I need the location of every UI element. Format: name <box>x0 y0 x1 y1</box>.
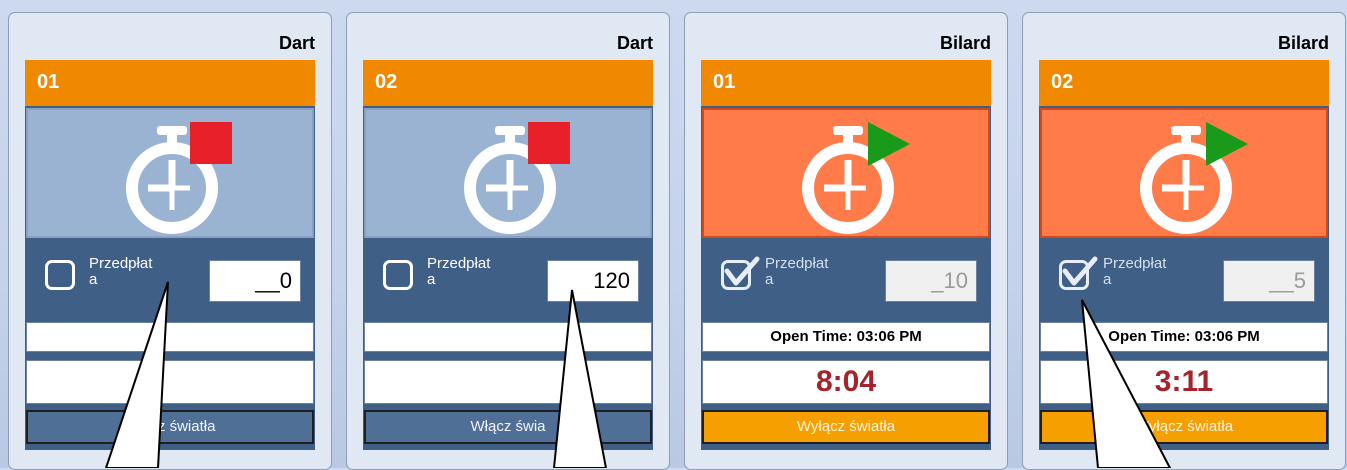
prepaid-label: Przedpłat a <box>89 255 153 288</box>
table-card: 01 Przedpłat a _10 Open Time: 03:06 PM 8… <box>701 60 991 450</box>
game-type-label: Bilard <box>1277 33 1329 53</box>
table-card: 02 Przedpłat a __5 Open Time: 03:06 PM 3… <box>1039 60 1329 450</box>
open-time-field: Open Time: 03:06 PM <box>702 322 990 352</box>
elapsed-timer <box>26 360 314 404</box>
table-panel-dart-01: Dart 01 Przedpłat a __0 Włącz światła <box>8 12 332 470</box>
prepaid-checkbox[interactable] <box>383 260 413 290</box>
game-type-label: Dart <box>278 33 315 53</box>
stopwatch-play-icon <box>1140 122 1248 234</box>
prepaid-checkbox[interactable] <box>721 256 760 290</box>
lights-toggle-button[interactable]: Wyłącz światła <box>702 410 990 444</box>
table-panel-dart-02: Dart 02 Przedpłat a 120 Włącz świa <box>346 12 670 470</box>
open-time-field <box>26 322 314 352</box>
open-time-field: Open Time: 03:06 PM <box>1040 322 1328 352</box>
prepaid-label: Przedpłat a <box>765 255 829 288</box>
prepaid-checkbox[interactable] <box>45 260 75 290</box>
lights-toggle-button[interactable]: Włącz światła <box>26 410 314 444</box>
lights-toggle-button[interactable]: Wyłącz światła <box>1040 410 1328 444</box>
lights-toggle-button[interactable]: Włącz świa <box>364 410 652 444</box>
table-number: 01 <box>25 60 315 106</box>
checkmark-icon <box>724 256 760 286</box>
game-type-label: Bilard <box>939 33 991 53</box>
prepaid-checkbox[interactable] <box>1059 256 1098 290</box>
stop-timer-tile[interactable] <box>1040 108 1328 238</box>
stopwatch-stop-icon <box>126 122 232 234</box>
checkmark-icon <box>1062 256 1098 286</box>
game-type-label: Dart <box>616 33 653 53</box>
table-number: 02 <box>1039 60 1329 106</box>
prepaid-label: Przedpłat a <box>1103 255 1167 288</box>
stopwatch-play-icon <box>802 122 910 234</box>
table-panel-bilard-01: Bilard 01 Przedpłat a _10 Open Time: 03:… <box>684 12 1008 470</box>
table-card: 01 Przedpłat a __0 Włącz światła <box>25 60 315 450</box>
elapsed-timer: 8:04 <box>702 360 990 404</box>
prepaid-amount-input[interactable]: __0 <box>209 260 301 302</box>
stop-timer-tile[interactable] <box>702 108 990 238</box>
open-time-field <box>364 322 652 352</box>
prepaid-amount-input[interactable]: _10 <box>885 260 977 302</box>
prepaid-amount-input[interactable]: __5 <box>1223 260 1315 302</box>
table-number: 02 <box>363 60 653 106</box>
elapsed-timer <box>364 360 652 404</box>
start-timer-tile[interactable] <box>26 108 314 238</box>
prepaid-label: Przedpłat a <box>427 255 491 288</box>
elapsed-timer: 3:11 <box>1040 360 1328 404</box>
table-number: 01 <box>701 60 991 106</box>
prepaid-amount-input[interactable]: 120 <box>547 260 639 302</box>
stopwatch-stop-icon <box>464 122 570 234</box>
start-timer-tile[interactable] <box>364 108 652 238</box>
table-card: 02 Przedpłat a 120 Włącz świa <box>363 60 653 450</box>
table-panel-bilard-02: Bilard 02 Przedpłat a __5 Open Time: 03:… <box>1022 12 1346 470</box>
